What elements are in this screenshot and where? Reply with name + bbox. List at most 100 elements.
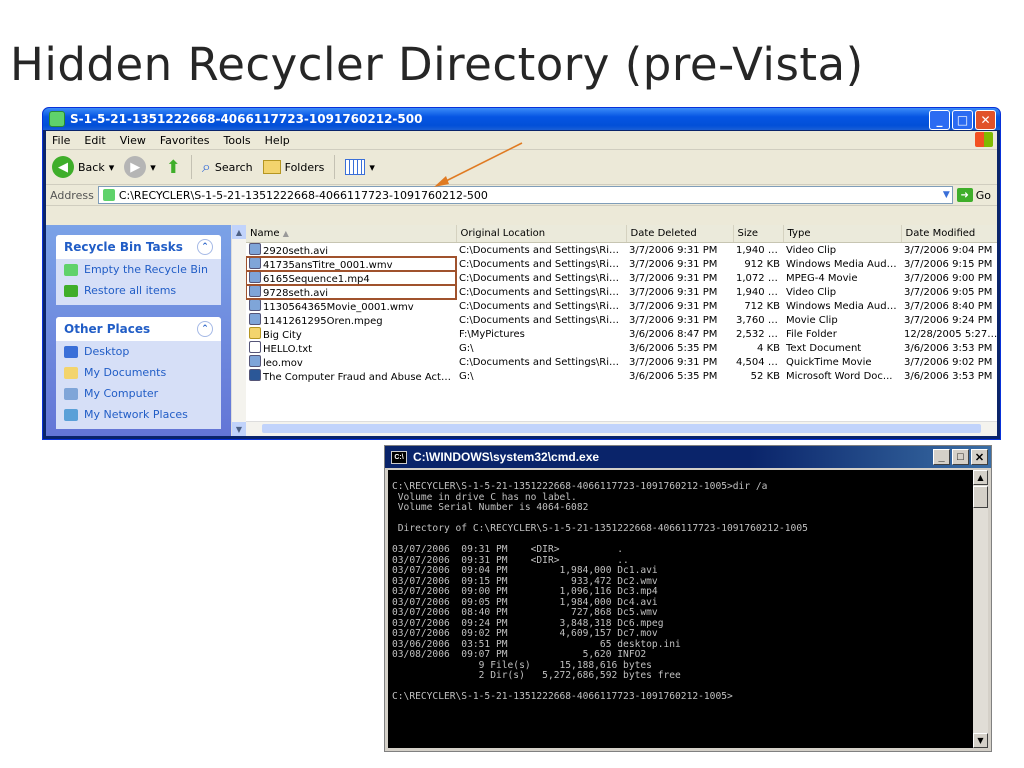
table-row[interactable]: 2920seth.avi C:\Documents and Settings\Ri…	[246, 243, 997, 257]
network-places-icon	[64, 408, 78, 421]
go-button[interactable]: ➜ Go	[956, 188, 997, 202]
file-name: 1141261295Oren.mpeg	[246, 313, 456, 327]
panel-title: Recycle Bin Tasks	[64, 240, 183, 254]
cmd-minimize-button[interactable]: _	[933, 449, 950, 465]
date-modified: 3/7/2006 8:40 PM	[901, 299, 997, 313]
table-row[interactable]: 9728seth.avi C:\Documents and Settings\Ri…	[246, 284, 997, 300]
my-network-places-link[interactable]: My Network Places	[56, 404, 221, 425]
go-label: Go	[975, 188, 991, 202]
back-button[interactable]: ◀ Back ▾	[52, 156, 114, 178]
taskpane-scrollbar[interactable]: ▲ ▼	[231, 225, 246, 436]
empty-recycle-bin-link[interactable]: Empty the Recycle Bin	[56, 259, 221, 280]
video-file-icon	[249, 313, 261, 325]
file-type-text: QuickTime Movie	[786, 356, 872, 368]
column-header-size[interactable]: Size	[733, 225, 784, 243]
date-deleted-text: 3/7/2006 9:31 PM	[629, 244, 718, 256]
close-button[interactable]: ✕	[975, 110, 996, 130]
cmd-maximize-button[interactable]: □	[952, 449, 969, 465]
file-size-text: 3,760 KB	[736, 314, 782, 326]
column-header-original-location[interactable]: Original Location	[456, 225, 627, 243]
table-row[interactable]: 1130564365Movie_0001.wmv C:\Documents and…	[246, 299, 997, 313]
original-location-text: C:\Documents and Settings\Rick...	[459, 314, 626, 326]
menu-favorites[interactable]: Favorites	[160, 134, 210, 147]
collapse-chevron-icon[interactable]: ⌃	[197, 321, 213, 337]
back-label: Back	[78, 160, 105, 174]
folder-file-icon	[249, 327, 261, 339]
file-size: 1,940 KB	[733, 285, 783, 299]
recycle-bin-tasks-header[interactable]: Recycle Bin Tasks ⌃	[56, 235, 221, 259]
my-documents-link[interactable]: My Documents	[56, 362, 221, 383]
other-places-header[interactable]: Other Places ⌃	[56, 317, 221, 341]
file-name-text: HELLO.txt	[263, 344, 313, 355]
collapse-chevron-icon[interactable]: ⌃	[197, 239, 213, 255]
scroll-down-arrow-icon[interactable]: ▼	[973, 733, 988, 748]
file-size: 4,504 KB	[733, 355, 783, 369]
table-row[interactable]: Big City F:\MyPictures 3/6/2006 8:47 PM 2,5…	[246, 327, 997, 341]
column-header-name[interactable]: Name ▲	[246, 225, 457, 243]
scroll-up-arrow-icon[interactable]: ▲	[232, 225, 246, 239]
search-button[interactable]: ⌕ Search	[202, 157, 253, 177]
address-dropdown-icon[interactable]: ▼	[943, 190, 950, 200]
cmd-line: Directory of C:\RECYCLER\S-1-5-21-135122…	[392, 523, 808, 534]
folder-icon	[262, 160, 281, 174]
maximize-button[interactable]: □	[952, 110, 973, 130]
date-deleted-text: 3/6/2006 5:35 PM	[629, 370, 718, 382]
table-row[interactable]: 6165Sequence1.mp4 C:\Documents and Settin…	[246, 270, 997, 286]
my-computer-icon	[64, 387, 78, 400]
restore-all-items-link[interactable]: Restore all items	[56, 280, 221, 301]
table-row[interactable]: leo.mov C:\Documents and Settings\Rick...…	[246, 355, 997, 369]
menu-help[interactable]: Help	[265, 134, 290, 147]
cmd-line: 2 Dir(s) 5,272,686,592 bytes free	[392, 670, 681, 681]
file-name-text: 2920seth.avi	[263, 246, 329, 257]
cmd-close-button[interactable]: ✕	[971, 449, 988, 465]
table-row[interactable]: 41735ansTitre_0001.wmv C:\Documents and S…	[246, 256, 997, 272]
cmd-titlebar[interactable]: C:\ C:\WINDOWS\system32\cmd.exe _ □ ✕	[385, 446, 991, 468]
column-header-date-modified[interactable]: Date Modified	[901, 225, 997, 243]
date-deleted-text: 3/7/2006 9:31 PM	[629, 272, 718, 284]
explorer-titlebar[interactable]: S-1-5-21-1351222668-4066117723-109176021…	[43, 108, 1000, 130]
restore-icon	[64, 284, 78, 297]
menu-file[interactable]: File	[52, 134, 70, 147]
file-size-text: 1,940 KB	[736, 286, 782, 298]
date-deleted-text: 3/7/2006 9:31 PM	[629, 300, 718, 312]
folders-button[interactable]: Folders	[262, 160, 324, 174]
toolbar-separator	[334, 155, 336, 179]
up-folder-button[interactable]: ⬆	[166, 157, 181, 178]
cmd-title: C:\WINDOWS\system32\cmd.exe	[413, 450, 600, 464]
horizontal-scrollbar[interactable]	[246, 421, 997, 436]
file-size-text: 4,504 KB	[736, 356, 782, 368]
video-file-icon	[249, 299, 261, 311]
scrollbar-thumb[interactable]	[262, 424, 981, 433]
views-icon	[345, 159, 366, 175]
views-button[interactable]: ▾	[345, 159, 375, 175]
table-row[interactable]: 1141261295Oren.mpeg C:\Documents and Sett…	[246, 313, 997, 327]
desktop-link[interactable]: Desktop	[56, 341, 221, 362]
original-location-text: F:\MyPictures	[459, 328, 525, 340]
table-row[interactable]: The Computer Fraud and Abuse Act.doc G:\ 3…	[246, 369, 997, 383]
original-location-text: C:\Documents and Settings\Rick...	[459, 300, 626, 312]
forward-button[interactable]: ▶ ▾	[124, 156, 156, 178]
scroll-up-arrow-icon[interactable]: ▲	[973, 470, 988, 485]
column-header-date-deleted[interactable]: Date Deleted	[626, 225, 734, 243]
menu-edit[interactable]: Edit	[84, 134, 105, 147]
search-label: Search	[214, 160, 253, 174]
minimize-button[interactable]: _	[929, 110, 950, 130]
date-modified: 3/6/2006 3:53 PM	[901, 369, 997, 383]
original-location: C:\Documents and Settings\Rick...	[456, 285, 626, 299]
date-deleted-text: 3/7/2006 9:31 PM	[629, 356, 718, 368]
table-row[interactable]: HELLO.txt G:\ 3/6/2006 5:35 PM 4 KB Text Doc…	[246, 341, 997, 355]
file-size-text: 912 KB	[744, 258, 780, 270]
my-computer-link[interactable]: My Computer	[56, 383, 221, 404]
date-modified: 3/6/2006 3:53 PM	[901, 341, 997, 355]
column-header-type[interactable]: Type	[783, 225, 902, 243]
menu-tools[interactable]: Tools	[224, 134, 251, 147]
file-type: QuickTime Movie	[783, 355, 901, 369]
cmd-scrollbar[interactable]: ▲ ▼	[973, 470, 988, 748]
scroll-down-arrow-icon[interactable]: ▼	[232, 422, 246, 436]
file-name-text: 6165Sequence1.mp4	[263, 274, 370, 285]
scrollbar-thumb[interactable]	[973, 486, 988, 508]
menu-view[interactable]: View	[120, 134, 146, 147]
cmd-output[interactable]: C:\RECYCLER\S-1-5-21-1351222668-40661177…	[388, 470, 973, 748]
sort-ascending-icon: ▲	[282, 229, 289, 238]
file-name: Big City	[246, 327, 456, 341]
